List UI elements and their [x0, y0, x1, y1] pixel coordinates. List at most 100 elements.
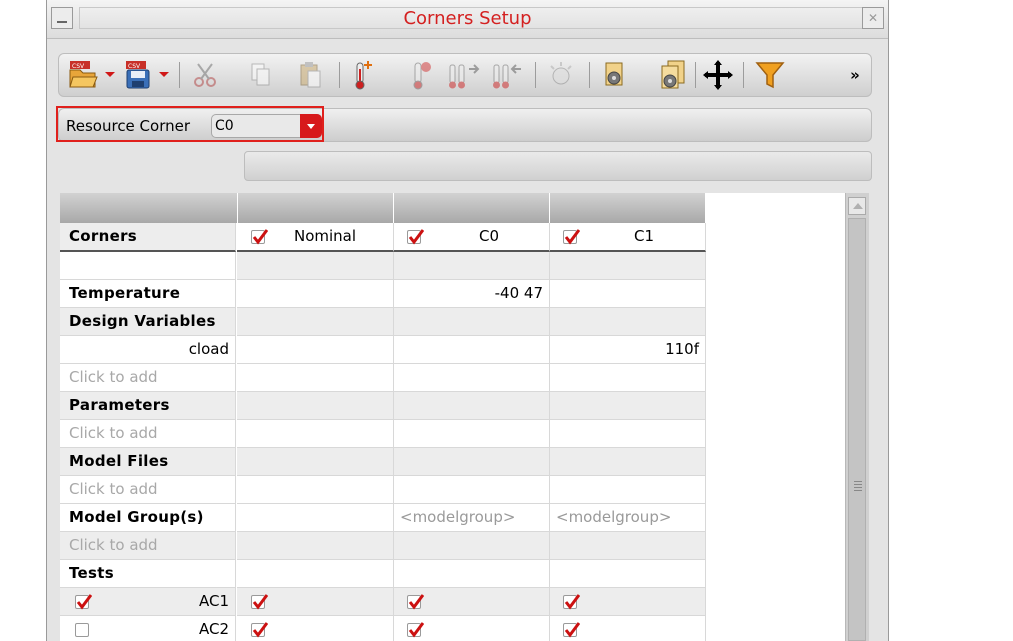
grid-cell — [394, 448, 550, 476]
grid-cell — [394, 252, 550, 280]
gear-document-icon — [605, 62, 623, 86]
move-button[interactable] — [699, 58, 737, 92]
test-ac2-c1-cell[interactable] — [550, 616, 706, 641]
filter-bar[interactable] — [244, 151, 872, 181]
grid-cell — [550, 364, 706, 392]
temperature-c0-cell[interactable]: -40 47 — [394, 280, 550, 308]
corner-c0-checkbox[interactable] — [407, 229, 424, 245]
temperature-c1-cell[interactable] — [550, 280, 706, 308]
checkmark-icon — [252, 229, 268, 245]
title-bar[interactable]: Corners Setup ✕ — [47, 0, 888, 39]
scrollbar-thumb[interactable] — [848, 218, 866, 641]
test-ac2-c0-cell[interactable] — [394, 616, 550, 641]
grid-spacer-row — [60, 252, 236, 280]
model-group-c1-cell[interactable]: <modelgroup> — [550, 504, 706, 532]
test-ac2-enable-checkbox[interactable] — [75, 623, 89, 637]
grid-cell — [394, 420, 550, 448]
cload-c1-cell[interactable]: 110f — [550, 336, 706, 364]
test-ac1-c0-checkbox[interactable] — [407, 594, 424, 610]
settings-button[interactable] — [597, 58, 633, 92]
save-csv-button[interactable]: CSV — [123, 58, 173, 92]
model-group-add-row[interactable]: Click to add — [60, 532, 236, 560]
corners-grid: Corners Nominal C0 C1 Temperature -40 47… — [60, 193, 845, 641]
model-group-c0-cell[interactable]: <modelgroup> — [394, 504, 550, 532]
toolbar-separator — [179, 62, 180, 88]
corner-nominal-checkbox[interactable] — [251, 229, 268, 245]
checkmark-icon — [408, 229, 424, 245]
temperature-nominal-cell[interactable] — [237, 280, 394, 308]
tests-row-label: Tests — [60, 560, 236, 588]
corner-column-nominal[interactable]: Nominal — [237, 223, 394, 252]
checkmark-icon — [408, 594, 424, 610]
svg-text:CSV: CSV — [72, 63, 85, 70]
corners-setup-window: Corners Setup ✕ CSV CSV » Resource Corne… — [46, 0, 889, 641]
test-ac2-nominal-cell[interactable] — [237, 616, 394, 641]
test-ac2-c0-checkbox[interactable] — [407, 622, 424, 638]
cload-c0-cell[interactable] — [394, 336, 550, 364]
checkmark-icon — [564, 622, 580, 638]
copy-button[interactable] — [245, 58, 277, 92]
resource-corner-label: Resource Corner — [66, 117, 191, 135]
close-button[interactable]: ✕ — [862, 7, 884, 29]
chevron-down-icon[interactable] — [300, 114, 322, 138]
cut-button[interactable] — [185, 58, 225, 92]
save-csv-icon: CSV — [126, 61, 169, 89]
toolbar-overflow-button[interactable]: » — [845, 58, 865, 92]
grid-cell — [237, 420, 394, 448]
filter-button[interactable] — [751, 58, 789, 92]
toolbar-separator — [535, 62, 536, 88]
corner-c0-label: C0 — [479, 227, 500, 245]
grid-cell — [237, 308, 394, 336]
import-button[interactable] — [443, 58, 483, 92]
grid-header-strip — [60, 193, 238, 223]
settings-all-button[interactable] — [653, 58, 693, 92]
scroll-up-button[interactable] — [848, 197, 866, 215]
test-ac1-c0-cell[interactable] — [394, 588, 550, 616]
test-ac1-nominal-cell[interactable] — [237, 588, 394, 616]
corner-column-c0[interactable]: C0 — [394, 223, 550, 252]
test-ac2-nominal-checkbox[interactable] — [251, 622, 268, 638]
lightbulb-icon — [550, 62, 572, 85]
paste-button[interactable] — [295, 58, 327, 92]
test-ac1-label: AC1 — [198, 592, 229, 610]
model-file-add-row[interactable]: Click to add — [60, 476, 236, 504]
test-row-ac2: AC2 — [60, 616, 236, 641]
grid-cell — [394, 308, 550, 336]
add-temperature-button[interactable] — [345, 58, 379, 92]
resource-corner-select[interactable]: C0 — [211, 114, 322, 138]
test-ac2-c1-checkbox[interactable] — [563, 622, 580, 638]
test-ac1-c1-cell[interactable] — [550, 588, 706, 616]
grid-cell — [237, 560, 394, 588]
gear-documents-icon — [661, 60, 685, 89]
checkmark-icon — [564, 594, 580, 610]
checkmark-icon — [564, 229, 580, 245]
grid-cell — [550, 420, 706, 448]
corner-c1-checkbox[interactable] — [563, 229, 580, 245]
folder-open-csv-icon: CSV — [69, 61, 115, 88]
grid-header-strip — [394, 193, 550, 223]
parameter-add-row[interactable]: Click to add — [60, 420, 236, 448]
model-group-nominal-cell[interactable] — [237, 504, 394, 532]
model-files-row-label: Model Files — [60, 448, 236, 476]
checkmark-icon — [252, 622, 268, 638]
test-row-ac1: AC1 — [60, 588, 236, 616]
design-variable-add-row[interactable]: Click to add — [60, 364, 236, 392]
test-ac1-enable-checkbox[interactable] — [75, 594, 92, 610]
remove-temperature-button[interactable] — [403, 58, 437, 92]
thermometer-remove-icon — [413, 62, 431, 90]
toolbar-separator — [743, 62, 744, 88]
toolbar-separator — [695, 62, 696, 88]
grid-cell — [550, 560, 706, 588]
grid-header-strip — [238, 193, 394, 223]
cload-nominal-cell[interactable] — [237, 336, 394, 364]
test-ac1-c1-checkbox[interactable] — [563, 594, 580, 610]
corner-column-c1[interactable]: C1 — [550, 223, 706, 252]
corner-nominal-label: Nominal — [294, 227, 357, 245]
grid-cell — [550, 252, 706, 280]
open-csv-button[interactable]: CSV — [67, 58, 117, 92]
light-button[interactable] — [545, 58, 577, 92]
test-ac1-nominal-checkbox[interactable] — [251, 594, 268, 610]
vertical-scrollbar[interactable] — [845, 193, 869, 641]
export-button[interactable] — [487, 58, 527, 92]
funnel-icon — [755, 62, 785, 89]
